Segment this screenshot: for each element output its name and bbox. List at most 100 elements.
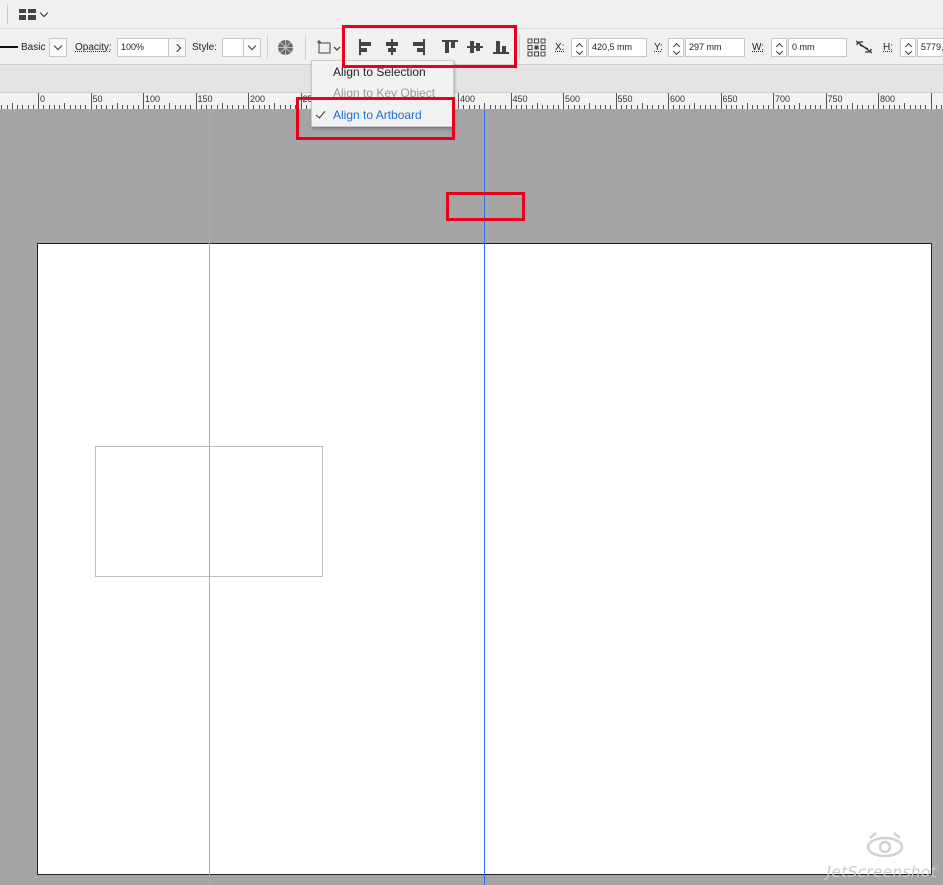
ruler-tick (893, 105, 895, 109)
ruler-tick (536, 103, 538, 109)
ruler-tick (179, 105, 181, 109)
h-stepper[interactable] (900, 38, 916, 57)
ruler-tick (11, 103, 13, 109)
ruler-tick (825, 93, 827, 109)
ruler-tick (668, 93, 669, 109)
ruler-tick (610, 105, 612, 109)
ruler-tick (531, 105, 533, 109)
graphic-style-dropdown[interactable] (243, 38, 261, 57)
ruler-tick (69, 105, 71, 109)
ruler-tick (626, 105, 627, 109)
width-input[interactable]: 0 mm (788, 38, 847, 57)
chevron-down-icon (39, 8, 49, 17)
x-position-input[interactable]: 420,5 mm (588, 38, 647, 57)
align-top-icon[interactable] (441, 38, 459, 56)
ruler-tick (830, 105, 832, 109)
ruler-tick (783, 105, 785, 109)
ruler-tick (32, 105, 34, 109)
ruler-tick (90, 93, 92, 109)
ruler-label: 400 (460, 94, 476, 104)
ruler-tick (153, 105, 155, 109)
ruler-tick (615, 93, 617, 109)
w-stepper[interactable] (771, 38, 787, 57)
ruler-tick (620, 105, 622, 109)
menu-item-align-to-artboard[interactable]: Align to Artboard (312, 105, 453, 125)
ruler-tick (872, 105, 874, 109)
ruler-tick (185, 105, 186, 109)
ruler-tick (526, 105, 528, 109)
ruler-tick (599, 105, 601, 109)
ruler-tick (820, 105, 822, 109)
opacity-input[interactable]: 100% (117, 38, 169, 57)
ruler-tick (851, 103, 853, 109)
ruler-tick (584, 105, 585, 109)
stroke-style-dropdown[interactable] (49, 38, 67, 57)
ruler-tick (290, 105, 291, 109)
ruler-tick (169, 103, 171, 109)
ruler-tick (788, 105, 790, 109)
ruler-tick (542, 105, 543, 109)
align-right-icon[interactable] (409, 38, 427, 56)
w-label: W: (752, 42, 765, 53)
ruler-tick (200, 105, 202, 109)
ruler-tick (300, 93, 302, 109)
align-vertical-center-icon[interactable] (466, 38, 484, 56)
recolor-artwork-icon[interactable] (277, 39, 294, 56)
ruler-tick (914, 105, 916, 109)
menu-item-align-to-key-object: Align to Key Object (312, 83, 453, 103)
ruler-tick (689, 105, 690, 109)
ruler-label: 550 (617, 94, 633, 104)
align-left-icon[interactable] (357, 38, 375, 56)
ruler-tick (295, 105, 297, 109)
style-label: Style: (192, 42, 218, 53)
ruler-tick (43, 105, 45, 109)
menu-item-align-to-selection[interactable]: Align to Selection (312, 62, 453, 82)
ruler-tick (568, 105, 570, 109)
ruler-tick (458, 93, 459, 109)
ruler-tick (269, 105, 270, 109)
ruler-tick (227, 105, 228, 109)
guide-line-blue[interactable] (484, 110, 485, 885)
ruler-tick (515, 105, 517, 109)
guide-line-cyan[interactable] (209, 110, 210, 885)
ruler-tick (746, 103, 748, 109)
ruler-tick (809, 105, 811, 109)
ruler-tick (80, 105, 81, 109)
reference-point-icon[interactable] (527, 38, 546, 57)
y-stepper[interactable] (668, 38, 684, 57)
align-to-menu: Align to Selection Align to Key Object A… (311, 60, 454, 127)
x-stepper[interactable] (571, 38, 587, 57)
opacity-label: Opacity: (75, 42, 112, 53)
align-horizontal-center-icon[interactable] (383, 38, 401, 56)
align-bottom-icon[interactable] (492, 38, 510, 56)
ruler-tick (867, 105, 869, 109)
ruler-tick (605, 105, 606, 109)
divider (519, 35, 520, 59)
ruler-tick (899, 105, 900, 109)
divider (305, 35, 306, 59)
ruler-tick (741, 105, 743, 109)
opacity-flyout-button[interactable] (168, 38, 186, 57)
graphic-style-swatch[interactable] (222, 38, 244, 57)
height-input[interactable]: 5779, (917, 38, 943, 57)
ruler-tick (106, 105, 108, 109)
ruler-tick (578, 105, 580, 109)
y-position-input[interactable]: 297 mm (685, 38, 745, 57)
workspace-switcher-button[interactable] (19, 7, 55, 21)
chevron-right-icon (172, 43, 182, 52)
stroke-style-label: Basic (21, 42, 46, 53)
align-to-icon[interactable] (315, 38, 343, 57)
ruler-tick (704, 105, 706, 109)
horizontal-ruler[interactable]: 0501001502002503003504004505005506006507… (0, 93, 943, 110)
ruler-tick (190, 105, 192, 109)
ruler-tick (794, 105, 795, 109)
constrain-proportions-icon[interactable] (855, 40, 873, 54)
ruler-tick (242, 105, 244, 109)
ruler-tick (484, 103, 486, 109)
ruler-label: 150 (197, 94, 213, 104)
control-bar: Basic Opacity: 100% Style: X: 420,5 mm Y… (0, 29, 943, 65)
ruler-tick (101, 105, 102, 109)
ruler-tick (636, 105, 638, 109)
ruler-tick (757, 105, 759, 109)
ruler-tick (206, 105, 207, 109)
